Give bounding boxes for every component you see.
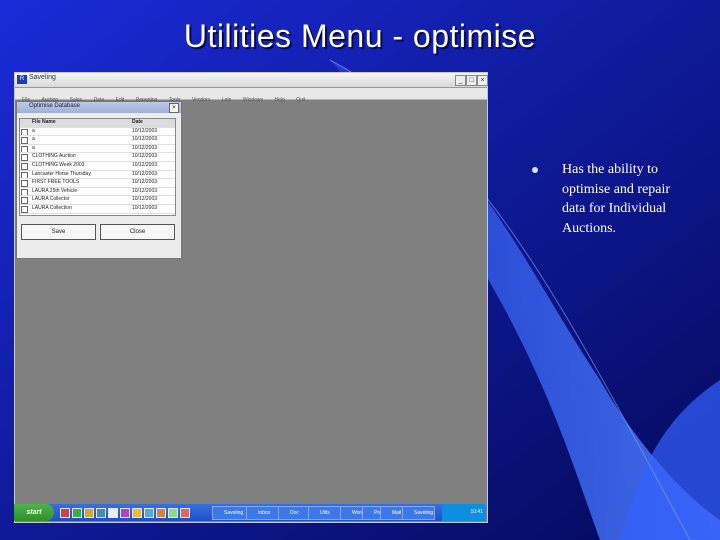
- quicklaunch-icon[interactable]: [144, 508, 154, 518]
- list-item[interactable]: LAURA 25th Vehicle 10/12/2003: [20, 188, 175, 197]
- row-name: CLOTHING Auction: [32, 153, 76, 160]
- database-list: File Name Date a 10/12/2003 a 10/12/2003 a…: [19, 118, 176, 216]
- row-checkbox[interactable]: [21, 188, 28, 196]
- menu-help[interactable]: Help: [274, 95, 284, 106]
- row-name: LAURA 25th Vehicle: [32, 187, 78, 194]
- row-name: LAURA Collector: [32, 196, 70, 203]
- row-name: Lancaster Horse Thursday: [32, 170, 91, 177]
- app-logo-icon: R: [17, 75, 27, 84]
- row-date: 10/12/2003: [132, 153, 158, 160]
- menu-quit[interactable]: Quit: [296, 95, 305, 106]
- menu-lots[interactable]: Lots: [222, 95, 231, 106]
- taskbar: start Saveling Inbox Doc Utils Word Prev…: [14, 504, 486, 521]
- menu-vendors[interactable]: Vendors: [192, 95, 210, 106]
- list-item[interactable]: CLOTHING Auction 10/12/2003: [20, 153, 175, 162]
- bullet-text: Has the ability to optimise and repair d…: [562, 162, 671, 236]
- row-name: a: [32, 136, 35, 143]
- app-menubar: File Auction Sales Data Edit Reporting T…: [15, 88, 487, 103]
- row-date: 10/12/2003: [132, 170, 158, 177]
- quicklaunch-icon[interactable]: [132, 508, 142, 518]
- column-header-name: File Name: [32, 119, 56, 125]
- row-name: LAURA Collection: [32, 205, 72, 211]
- row-date: 10/12/2003: [132, 179, 158, 186]
- save-button[interactable]: Save: [21, 224, 96, 240]
- menu-windows[interactable]: Windows: [243, 95, 263, 106]
- dialog-title: Optimise Database: [29, 103, 81, 109]
- dialog-close-icon[interactable]: ×: [169, 103, 179, 113]
- app-title: Saveling: [29, 74, 56, 81]
- row-date: 10/12/2003: [132, 144, 158, 151]
- row-name: FIRST FREE TOOLS: [32, 179, 80, 186]
- row-date: 10/12/2003: [132, 162, 158, 168]
- app-titlebar: R Saveling _ □ ×: [15, 73, 488, 88]
- list-item[interactable]: a 10/12/2003: [20, 136, 175, 145]
- row-checkbox[interactable]: [21, 206, 28, 213]
- list-header: File Name Date: [20, 119, 175, 128]
- list-item[interactable]: Lancaster Horse Thursday 10/12/2003: [20, 171, 175, 180]
- row-name: a: [32, 127, 35, 134]
- row-checkbox[interactable]: [21, 145, 28, 153]
- quicklaunch-icon[interactable]: [84, 508, 94, 518]
- row-name: a: [32, 144, 35, 151]
- minimize-icon[interactable]: _: [455, 75, 466, 86]
- row-date: 10/12/2003: [132, 127, 158, 134]
- quicklaunch-icon[interactable]: [108, 508, 118, 518]
- row-date: 10/12/2003: [132, 187, 158, 194]
- row-checkbox[interactable]: [21, 180, 28, 187]
- row-checkbox[interactable]: [21, 197, 28, 205]
- row-date: 10/12/2003: [132, 205, 158, 211]
- quicklaunch-icon[interactable]: [72, 508, 82, 518]
- taskbar-task[interactable]: Utils: [308, 506, 343, 520]
- close-icon[interactable]: ×: [477, 75, 488, 86]
- list-item[interactable]: a 10/12/2003: [20, 128, 175, 137]
- row-date: 10/12/2003: [132, 136, 158, 143]
- maximize-icon[interactable]: □: [466, 75, 477, 86]
- list-item[interactable]: a 10/12/2003: [20, 145, 175, 154]
- list-item[interactable]: FIRST FREE TOOLS 10/12/2003: [20, 179, 175, 188]
- quicklaunch-icon[interactable]: [180, 508, 190, 518]
- taskbar-task[interactable]: Saveling: [402, 506, 435, 520]
- list-item[interactable]: LAURA Collector 10/12/2003: [20, 196, 175, 205]
- optimise-dialog: Optimise Database × File Name Date a 10/1…: [16, 101, 182, 259]
- quicklaunch-icon[interactable]: [96, 508, 106, 518]
- start-button[interactable]: start: [14, 504, 54, 521]
- taskbar-task[interactable]: Doc: [278, 506, 311, 520]
- list-item[interactable]: CLOTHING Week 2003 10/12/2003: [20, 162, 175, 171]
- bullet-icon: [532, 167, 538, 173]
- slide-title: Utilities Menu - optimise: [183, 18, 537, 54]
- row-name: CLOTHING Week 2003: [32, 162, 85, 168]
- quicklaunch-icon[interactable]: [120, 508, 130, 518]
- quicklaunch-icon[interactable]: [156, 508, 166, 518]
- quicklaunch-icon[interactable]: [60, 508, 70, 518]
- row-checkbox[interactable]: [21, 137, 28, 144]
- row-checkbox[interactable]: [21, 171, 28, 179]
- row-checkbox[interactable]: [21, 163, 28, 170]
- list-item[interactable]: LAURA Collection 10/12/2003: [20, 205, 175, 214]
- app-window-screenshot: R Saveling _ □ × File Auction Sales Data…: [14, 72, 488, 523]
- dialog-titlebar: Optimise Database ×: [17, 102, 181, 113]
- row-checkbox[interactable]: [21, 154, 28, 162]
- quicklaunch-icon[interactable]: [168, 508, 178, 518]
- system-tray-clock: 10:41: [442, 504, 486, 521]
- close-button[interactable]: Close: [100, 224, 175, 240]
- row-checkbox[interactable]: [21, 128, 28, 136]
- row-date: 10/12/2003: [132, 196, 158, 203]
- column-header-date: Date: [132, 119, 143, 125]
